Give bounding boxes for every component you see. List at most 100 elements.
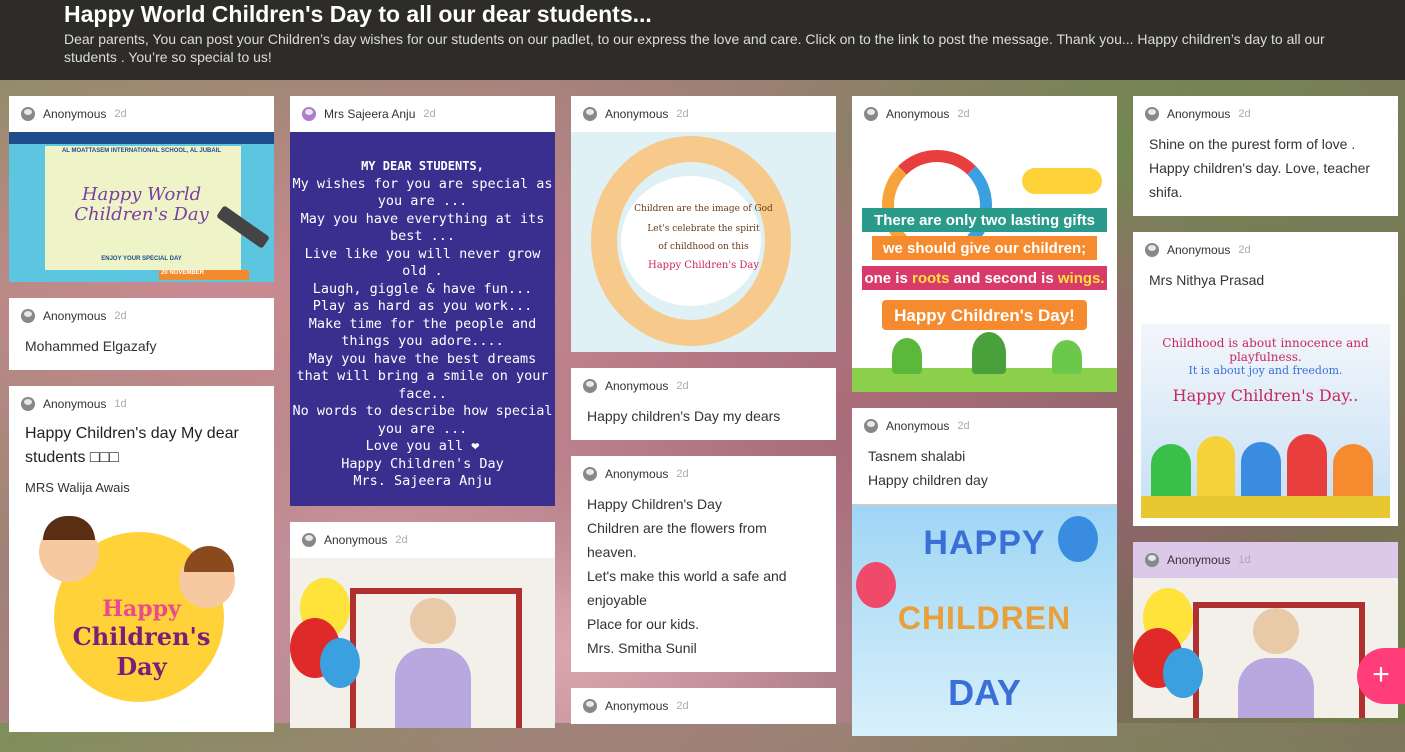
post-image[interactable] xyxy=(290,558,555,728)
post-body: Mrs Nithya Prasad xyxy=(1149,272,1265,288)
post-line: Children are the flowers from heaven. xyxy=(587,520,767,560)
post-author: Anonymous xyxy=(605,699,669,713)
post-time: 2d xyxy=(676,380,689,392)
column-2: Mrs Sajeera Anju 2d MY DEAR STUDENTS, My… xyxy=(290,96,555,744)
image-line: May you have everything at its best ... xyxy=(300,210,545,245)
post-card[interactable]: Anonymous 2d There are only two lasting … xyxy=(852,96,1117,392)
image-line: HAPPY xyxy=(923,524,1046,562)
post-time: 2d xyxy=(957,108,970,120)
post-line: Place for our kids. xyxy=(587,616,700,632)
post-body: Happy Children's Day Children are the fl… xyxy=(571,492,836,672)
post-body: Mohammed Elgazafy xyxy=(25,338,157,354)
post-image[interactable]: Childhood is about innocence and playful… xyxy=(1141,324,1390,518)
post-attribution: Anonymous 2d xyxy=(290,522,555,558)
post-body: Happy children's Day my dears xyxy=(587,408,781,424)
image-line: DAY xyxy=(948,672,1021,713)
image-line: Make time for the people and things you … xyxy=(308,315,537,350)
post-image[interactable]: Children are the image of God Let's cele… xyxy=(571,132,836,352)
avatar xyxy=(302,533,316,547)
post-time: 2d xyxy=(676,108,689,120)
image-line: Happy World xyxy=(81,184,202,205)
post-image[interactable]: Happy Children's Day xyxy=(9,512,274,732)
image-line: Day xyxy=(116,652,167,681)
post-card[interactable]: Anonymous 2d Mrs Nithya Prasad Childhood… xyxy=(1133,232,1398,526)
post-card[interactable]: Anonymous 1d Happy Children's day My dea… xyxy=(9,386,274,732)
post-image[interactable]: There are only two lasting gifts we shou… xyxy=(852,132,1117,392)
avatar xyxy=(21,397,35,411)
avatar xyxy=(302,107,316,121)
post-author: Anonymous xyxy=(605,467,669,481)
post-card[interactable]: Anonymous 2d AL MOATTASEM INTERNATIONAL … xyxy=(9,96,274,282)
image-school: AL MOATTASEM INTERNATIONAL SCHOOL, AL JU… xyxy=(61,148,222,154)
post-card[interactable]: Anonymous 2d xyxy=(290,522,555,728)
avatar xyxy=(864,419,878,433)
column-5: Anonymous 2d Shine on the purest form of… xyxy=(1133,96,1398,734)
image-text: one is xyxy=(864,270,912,287)
avatar xyxy=(1145,553,1159,567)
post-attribution: Anonymous 2d xyxy=(852,96,1117,132)
board-header: Happy World Children's Day to all our de… xyxy=(0,0,1405,80)
post-card[interactable]: Mrs Sajeera Anju 2d MY DEAR STUDENTS, My… xyxy=(290,96,555,506)
post-author: Anonymous xyxy=(43,397,107,411)
post-author: Mrs Sajeera Anju xyxy=(324,107,416,121)
avatar xyxy=(21,309,35,323)
post-time: 2d xyxy=(114,310,127,322)
image-text: and second is xyxy=(949,270,1058,287)
post-subtitle: MRS Walija Awais xyxy=(25,480,130,495)
post-body: Shine on the purest form of love . Happy… xyxy=(1149,136,1371,200)
image-line: Play as hard as you work... xyxy=(312,298,533,314)
image-line: It is about joy and freedom. xyxy=(1188,364,1343,377)
post-author: Anonymous xyxy=(43,309,107,323)
image-text: wings. xyxy=(1057,270,1105,287)
post-image[interactable]: AL MOATTASEM INTERNATIONAL SCHOOL, AL JU… xyxy=(9,132,274,282)
post-line: Happy Children's Day xyxy=(587,496,722,512)
image-line: CHILDREN xyxy=(897,600,1072,636)
post-time: 1d xyxy=(114,398,127,410)
avatar xyxy=(583,699,597,713)
post-card[interactable]: Anonymous 1d xyxy=(1133,542,1398,718)
post-card[interactable]: Anonymous 2d Children are the image of G… xyxy=(571,96,836,352)
post-card[interactable]: Anonymous 2d Mohammed Elgazafy xyxy=(9,298,274,370)
avatar xyxy=(1145,107,1159,121)
post-author: Anonymous xyxy=(605,379,669,393)
post-time: 2d xyxy=(676,468,689,480)
add-post-button[interactable]: + xyxy=(1357,648,1405,704)
image-caption: ENJOY YOUR SPECIAL DAY xyxy=(101,256,182,262)
post-card[interactable]: Anonymous 2d Shine on the purest form of… xyxy=(1133,96,1398,216)
post-time: 2d xyxy=(1238,108,1251,120)
avatar xyxy=(864,107,878,121)
image-line: Childhood is about innocence and playful… xyxy=(1162,336,1369,364)
column-4: Anonymous 2d There are only two lasting … xyxy=(852,96,1117,752)
post-image[interactable]: MY DEAR STUDENTS, My wishes for you are … xyxy=(290,132,555,506)
image-line: MY DEAR STUDENTS, xyxy=(361,159,484,173)
image-line: Let's celebrate the spirit xyxy=(647,224,760,234)
post-attribution: Mrs Sajeera Anju 2d xyxy=(290,96,555,132)
post-image[interactable] xyxy=(1133,578,1398,718)
post-line: Happy children day xyxy=(868,472,988,488)
board-description: Dear parents, You can post your Children… xyxy=(64,31,1325,65)
post-time: 2d xyxy=(114,108,127,120)
post-image[interactable]: HAPPY CHILDREN DAY xyxy=(852,504,1117,736)
post-author: Anonymous xyxy=(886,107,950,121)
post-card[interactable]: Anonymous 2d Tasnem shalabi Happy childr… xyxy=(852,408,1117,736)
avatar xyxy=(1145,243,1159,257)
post-attribution: Anonymous 2d xyxy=(571,368,836,404)
image-line: May you have the best dreams that will b… xyxy=(296,350,549,402)
post-card[interactable]: Anonymous 2d xyxy=(571,688,836,724)
post-author: Anonymous xyxy=(324,533,388,547)
image-line: Love you all ❤ xyxy=(365,438,480,454)
image-line: Happy Children's Day xyxy=(647,260,760,271)
post-line: Tasnem shalabi xyxy=(868,448,966,464)
post-attribution: Anonymous 2d xyxy=(1133,96,1398,132)
post-line: Mrs. Smitha Sunil xyxy=(587,640,697,656)
post-attribution: Anonymous 2d xyxy=(571,456,836,492)
avatar xyxy=(583,107,597,121)
plus-icon: + xyxy=(1372,658,1390,691)
image-line: There are only two lasting gifts xyxy=(874,212,1095,229)
board-title: Happy World Children's Day to all our de… xyxy=(64,1,652,27)
post-title: Happy Children's day My dear students □□… xyxy=(25,425,239,466)
image-date: 20 NOVEMBER xyxy=(161,270,205,276)
column-1: Anonymous 2d AL MOATTASEM INTERNATIONAL … xyxy=(9,96,274,748)
post-card[interactable]: Anonymous 2d Happy children's Day my dea… xyxy=(571,368,836,440)
post-card[interactable]: Anonymous 2d Happy Children's Day Childr… xyxy=(571,456,836,672)
